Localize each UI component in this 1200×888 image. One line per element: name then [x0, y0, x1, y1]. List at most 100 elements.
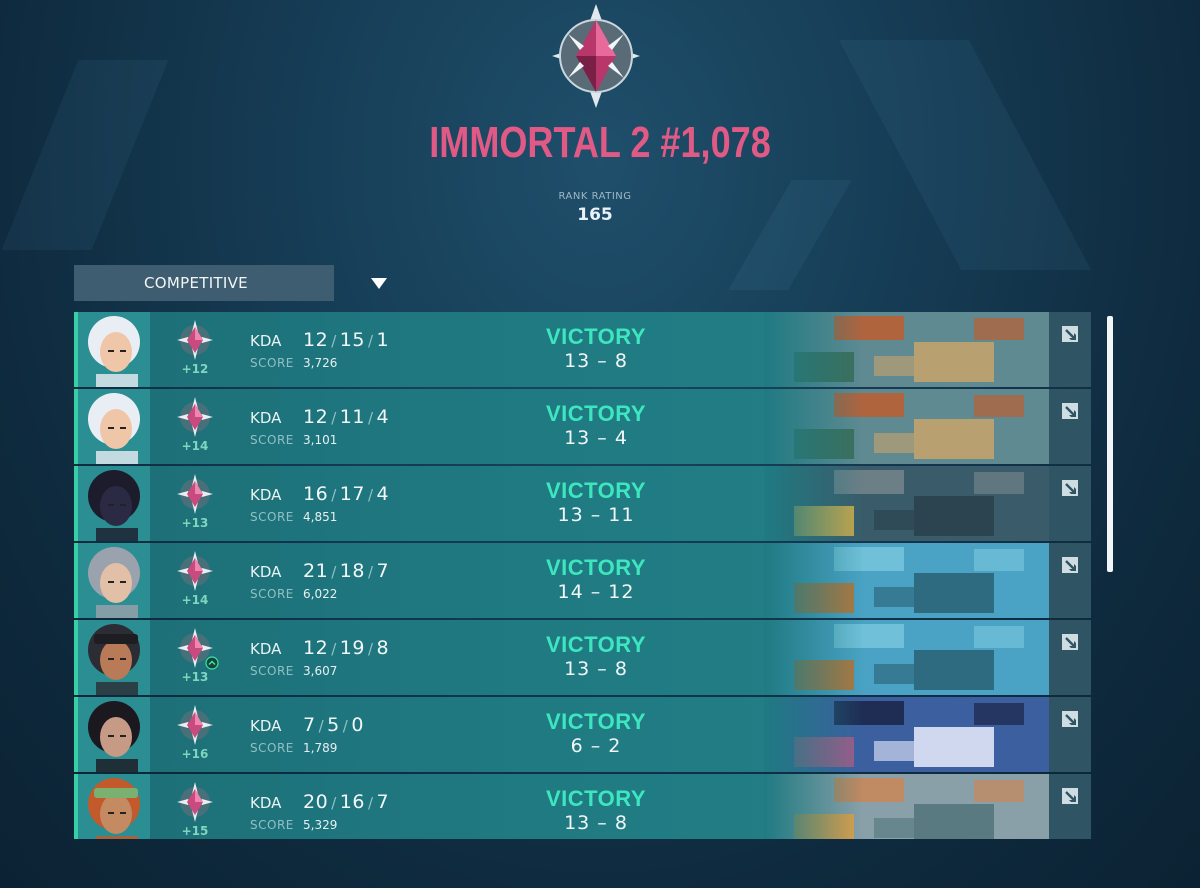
match-row[interactable]: +12 KDA 12/15/1 SCORE 3,726 VICTORY 13 –…	[74, 312, 1091, 387]
kda-value: 12/15/1	[303, 329, 389, 351]
match-result: VICTORY	[545, 478, 647, 503]
match-history-list[interactable]: +12 KDA 12/15/1 SCORE 3,726 VICTORY 13 –…	[74, 312, 1091, 839]
expand-arrow-icon	[1062, 480, 1078, 496]
score-label: SCORE	[250, 587, 294, 601]
kda-separator: /	[367, 563, 374, 581]
score-label: SCORE	[250, 433, 294, 447]
round-separator: –	[597, 812, 608, 834]
match-row[interactable]: +14 KDA 12/11/4 SCORE 3,101 VICTORY 13 –…	[74, 389, 1091, 464]
round-score: 13 – 8	[528, 350, 664, 372]
rounds-lost: 2	[608, 735, 622, 757]
match-result: VICTORY	[545, 786, 647, 811]
rr-change: +13	[181, 670, 209, 684]
kills: 12	[303, 329, 329, 351]
rank-rating-label: RANK RATING	[558, 191, 632, 202]
round-separator: –	[597, 350, 608, 372]
round-separator: –	[590, 504, 602, 526]
assists: 8	[376, 637, 390, 659]
match-details-button[interactable]	[1049, 389, 1091, 464]
scrollbar-thumb[interactable]	[1107, 316, 1113, 572]
match-details-button[interactable]	[1049, 774, 1091, 839]
rounds-won: 13	[564, 658, 591, 680]
match-result: VICTORY	[545, 709, 647, 734]
kills: 12	[303, 637, 329, 659]
kda-separator: /	[331, 640, 337, 658]
match-details-button[interactable]	[1049, 466, 1091, 541]
match-details-button[interactable]	[1049, 697, 1091, 772]
map-thumbnail	[764, 466, 1049, 541]
kda-separator: /	[331, 332, 337, 350]
match-row[interactable]: +16 KDA 7/5/0 SCORE 1,789 VICTORY 6 – 2	[74, 697, 1091, 772]
rounds-won: 13	[557, 504, 584, 526]
agent-portrait	[78, 620, 150, 695]
rank-up-icon	[205, 656, 219, 670]
score-value: 3,726	[303, 356, 338, 370]
match-details-button[interactable]	[1049, 312, 1091, 387]
kda-separator: /	[367, 794, 374, 812]
kda-label: KDA	[250, 409, 282, 427]
rounds-lost: 8	[614, 350, 628, 372]
kda-separator: /	[367, 409, 374, 427]
match-result: VICTORY	[545, 401, 647, 426]
kda-separator: /	[331, 563, 337, 581]
kda-value: 16/17/4	[303, 483, 389, 505]
expand-arrow-icon	[1062, 711, 1078, 727]
rounds-won: 13	[564, 812, 591, 834]
round-score: 6 – 2	[528, 735, 664, 757]
score-label: SCORE	[250, 510, 294, 524]
assists: 4	[376, 406, 390, 428]
kda-separator: /	[331, 486, 337, 504]
match-row[interactable]: +14 KDA 21/18/7 SCORE 6,022 VICTORY 14 –…	[74, 543, 1091, 618]
agent-portrait	[78, 312, 150, 387]
deaths: 17	[339, 483, 365, 505]
expand-arrow-icon	[1062, 788, 1078, 804]
kda-label: KDA	[250, 563, 282, 581]
immortal-rank-icon	[177, 782, 213, 822]
kda-value: 20/16/7	[303, 791, 389, 813]
caret-down-icon	[371, 278, 387, 289]
kda-label: KDA	[250, 640, 282, 658]
kda-separator: /	[331, 794, 337, 812]
match-row[interactable]: +15 KDA 20/16/7 SCORE 5,329 VICTORY 13 –…	[74, 774, 1091, 839]
kda-separator: /	[367, 332, 374, 350]
map-thumbnail	[764, 312, 1049, 387]
rounds-lost: 8	[614, 658, 628, 680]
kda-separator: /	[367, 640, 374, 658]
rounds-won: 13	[564, 427, 591, 449]
round-score: 13 – 11	[528, 504, 664, 526]
agent-portrait	[78, 389, 150, 464]
score-value: 3,607	[303, 664, 338, 678]
round-score: 13 – 4	[528, 427, 664, 449]
match-result: VICTORY	[545, 555, 647, 580]
rank-title: IMMORTAL 2 #1,078	[429, 118, 771, 167]
kda-label: KDA	[250, 486, 282, 504]
kills: 12	[303, 406, 329, 428]
rr-change: +13	[181, 516, 209, 530]
rounds-lost: 4	[614, 427, 628, 449]
assists: 1	[376, 329, 390, 351]
score-label: SCORE	[250, 741, 294, 755]
match-details-button[interactable]	[1049, 543, 1091, 618]
agent-portrait	[78, 697, 150, 772]
round-separator: –	[597, 427, 608, 449]
expand-arrow-icon	[1062, 326, 1078, 342]
score-value: 3,101	[303, 433, 338, 447]
kda-separator: /	[342, 717, 349, 735]
round-separator: –	[590, 735, 602, 757]
agent-portrait	[78, 774, 150, 839]
match-details-button[interactable]	[1049, 620, 1091, 695]
match-row[interactable]: +13 KDA 12/19/8 SCORE 3,607 VICTORY 13 –…	[74, 620, 1091, 695]
match-row[interactable]: +13 KDA 16/17/4 SCORE 4,851 VICTORY 13 –…	[74, 466, 1091, 541]
kda-label: KDA	[250, 717, 282, 735]
rr-change: +12	[181, 362, 209, 376]
deaths: 15	[339, 329, 365, 351]
assists: 0	[351, 714, 364, 736]
immortal-rank-icon	[177, 551, 213, 591]
rounds-lost: 8	[614, 812, 628, 834]
assists: 7	[376, 791, 390, 813]
queue-mode-dropdown[interactable]: COMPETITIVE	[74, 265, 387, 301]
assists: 7	[376, 560, 390, 582]
expand-arrow-icon	[1062, 403, 1078, 419]
deaths: 19	[339, 637, 365, 659]
kills: 20	[303, 791, 329, 813]
